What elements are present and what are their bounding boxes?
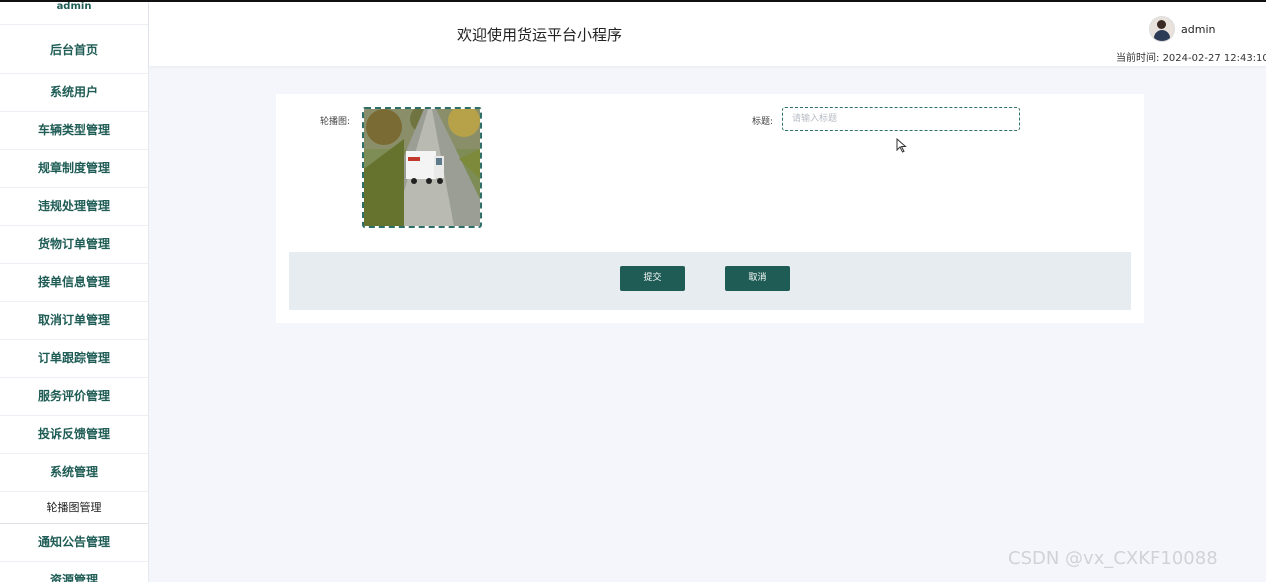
sidebar-item-regulations[interactable]: 规章制度管理	[0, 150, 148, 188]
sidebar-item-announcements[interactable]: 通知公告管理	[0, 524, 148, 562]
sidebar-item-vehicle-types[interactable]: 车辆类型管理	[0, 112, 148, 150]
avatar[interactable]	[1149, 16, 1175, 42]
current-time: 当前时间: 2024-02-27 12:43:10	[1116, 49, 1266, 64]
avatar-body	[1154, 30, 1170, 41]
watermark: CSDN @vx_CXKF10088	[1008, 548, 1218, 569]
carousel-image-upload[interactable]	[362, 107, 482, 228]
sidebar-item-resources[interactable]: 资源管理	[0, 562, 148, 582]
title-label: 标题:	[752, 117, 774, 127]
sidebar-item-system-users[interactable]: 系统用户	[0, 74, 148, 112]
image-label: 轮播图:	[320, 117, 351, 127]
sidebar-item-service-reviews[interactable]: 服务评价管理	[0, 378, 148, 416]
avatar-head	[1157, 20, 1166, 29]
mouse-cursor-icon	[896, 138, 907, 153]
sidebar-item-cancel-orders[interactable]: 取消订单管理	[0, 302, 148, 340]
sidebar-item-system-management[interactable]: 系统管理	[0, 454, 148, 492]
sidebar-item-home[interactable]: 后台首页	[0, 25, 148, 74]
current-time-label: 当前时间:	[1116, 53, 1160, 64]
sidebar-item-cargo-orders[interactable]: 货物订单管理	[0, 226, 148, 264]
sidebar-item-order-tracking[interactable]: 订单跟踪管理	[0, 340, 148, 378]
carousel-image-preview	[364, 109, 480, 226]
header: 欢迎使用货运平台小程序 admin 当前时间: 2024-02-27 12:43…	[149, 2, 1266, 66]
carousel-form: 轮播图: 标题: 请输入标题 提交 取消	[276, 94, 1144, 323]
header-username: admin	[1181, 22, 1216, 36]
form-actions: 提交 取消	[289, 252, 1131, 310]
sidebar-item-complaints[interactable]: 投诉反馈管理	[0, 416, 148, 454]
submit-button[interactable]: 提交	[620, 266, 685, 291]
title-input[interactable]	[782, 107, 1020, 131]
current-time-value: 2024-02-27 12:43:10	[1162, 53, 1266, 64]
sidebar: admin 后台首页 系统用户 车辆类型管理 规章制度管理 违规处理管理 货物订…	[0, 2, 149, 582]
sidebar-subitem-carousel[interactable]: 轮播图管理	[0, 492, 148, 524]
page-title: 欢迎使用货运平台小程序	[457, 26, 623, 44]
user-menu[interactable]: admin	[1149, 16, 1215, 42]
sidebar-item-violations[interactable]: 违规处理管理	[0, 188, 148, 226]
cancel-button[interactable]: 取消	[725, 266, 790, 291]
sidebar-username: admin	[0, 2, 148, 25]
sidebar-item-accept-orders[interactable]: 接单信息管理	[0, 264, 148, 302]
